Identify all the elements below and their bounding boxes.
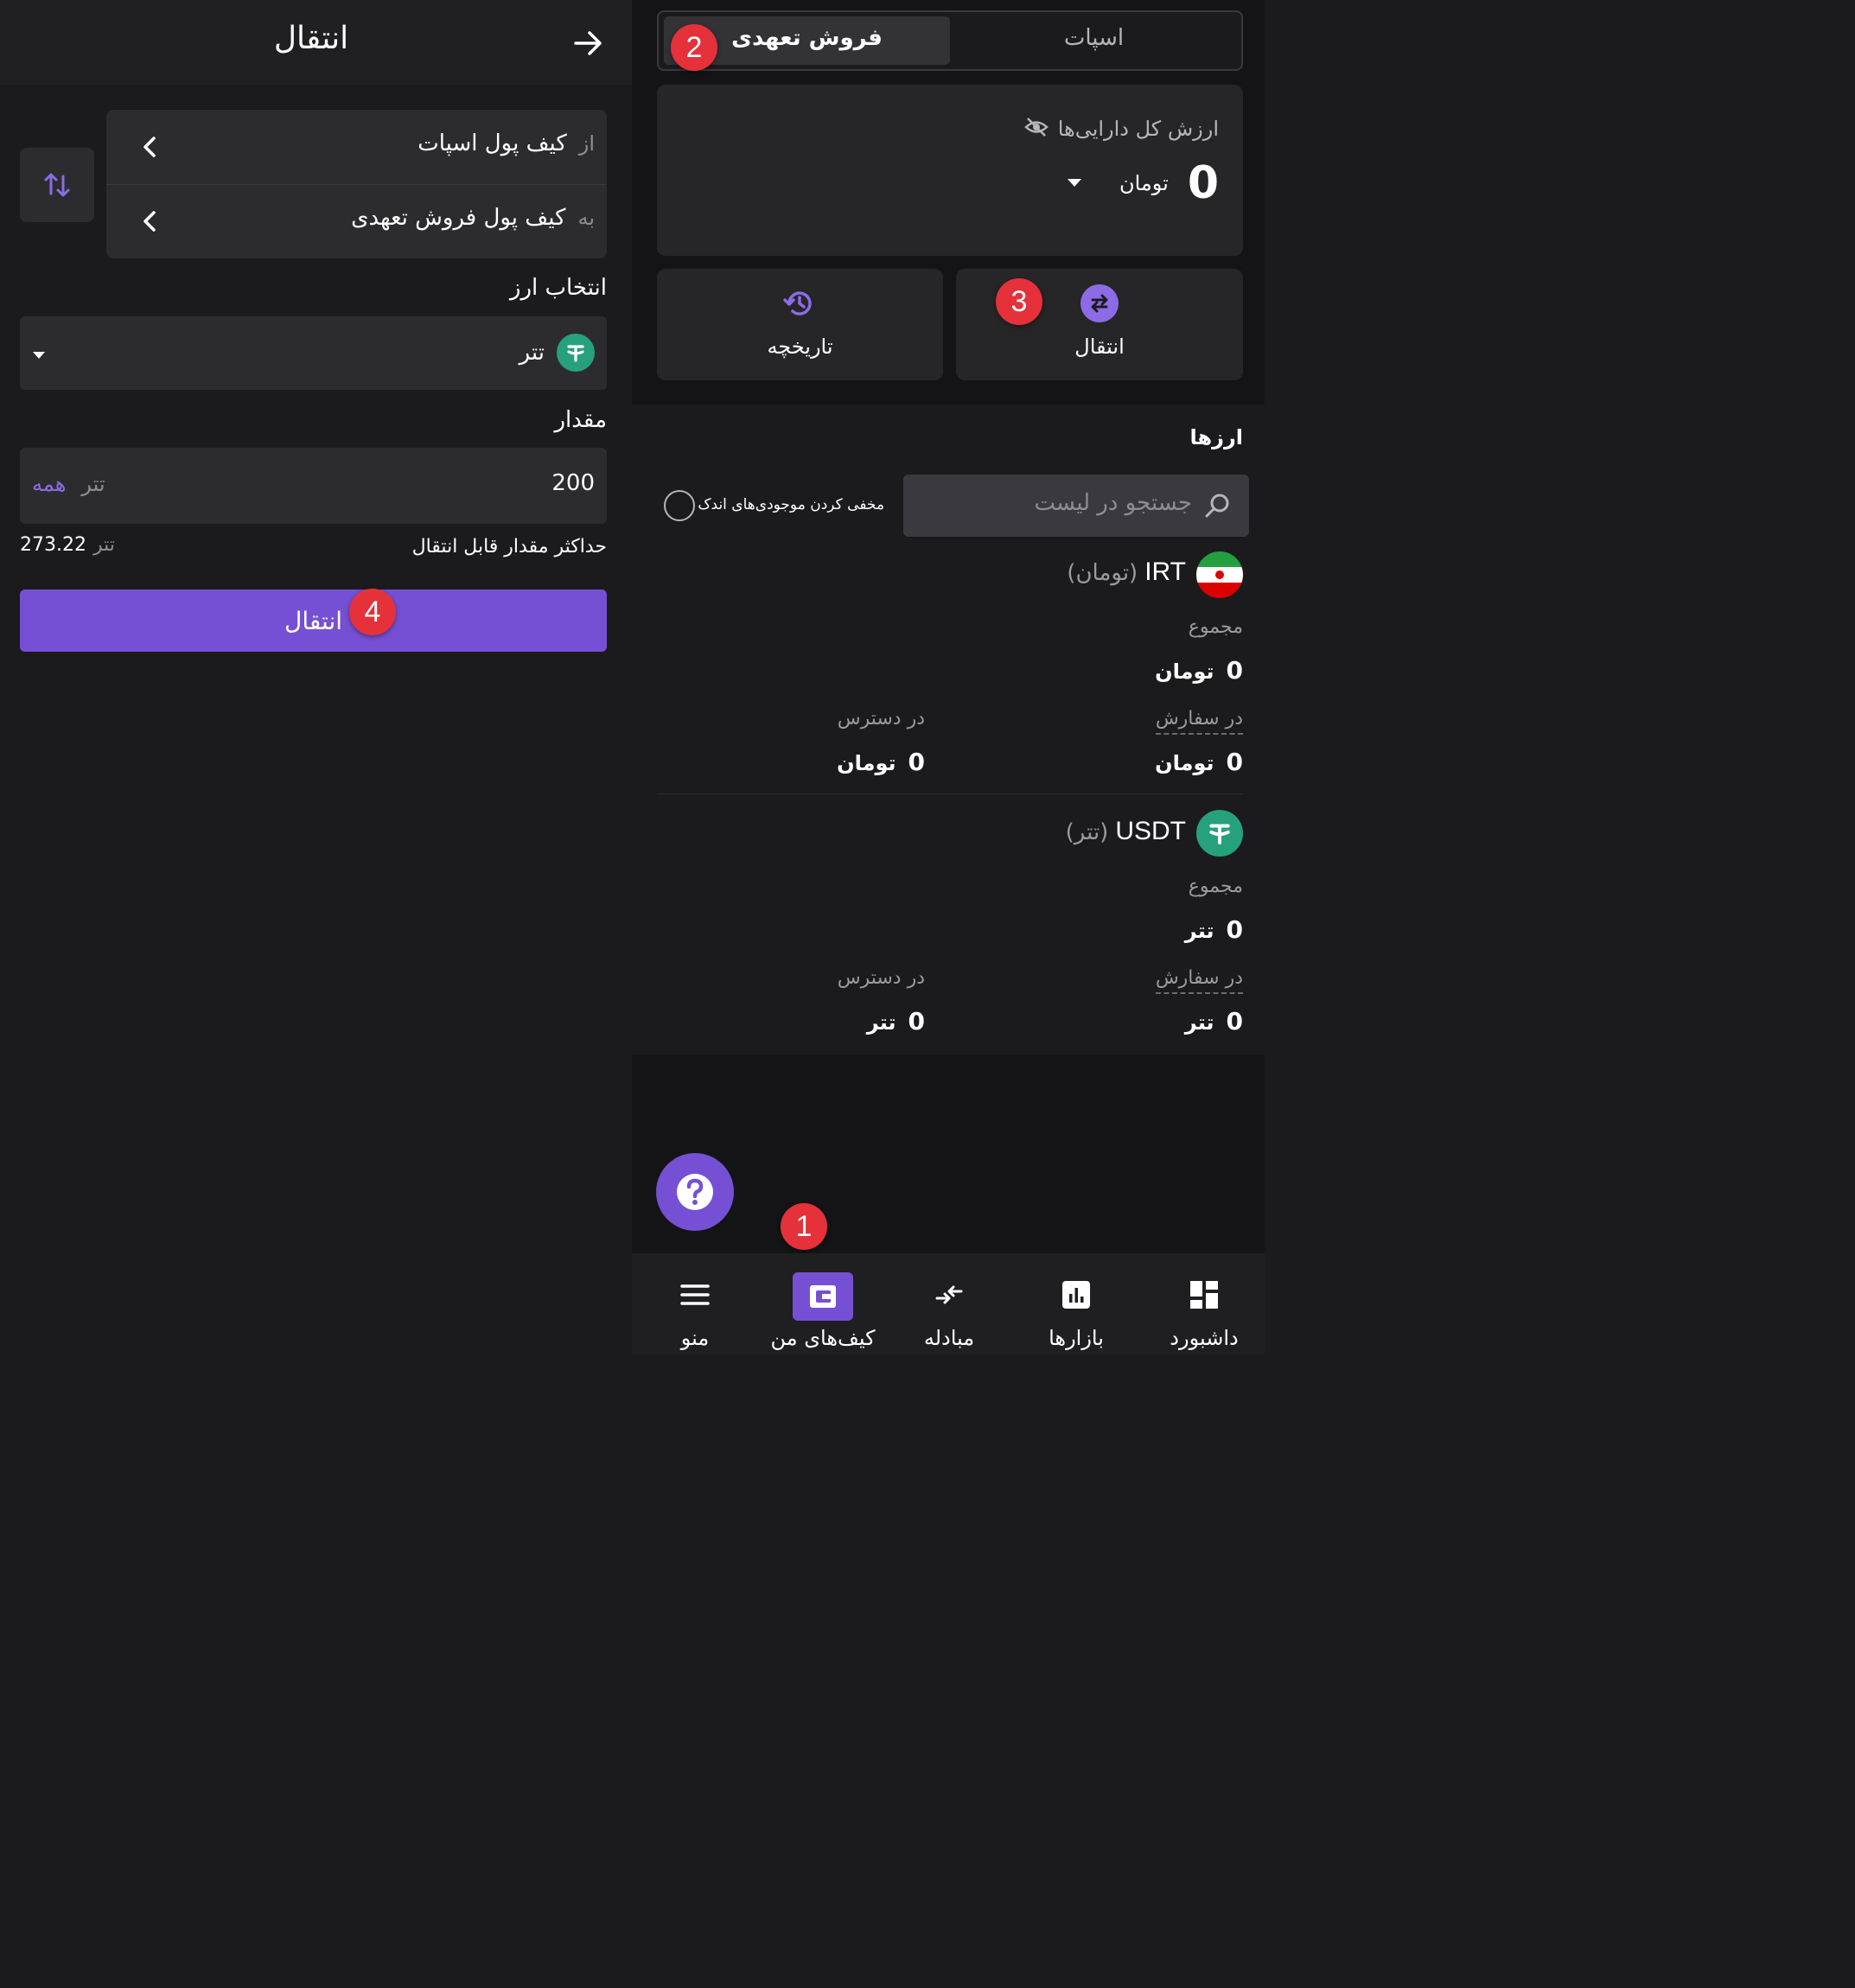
page-title: انتقال <box>273 21 349 56</box>
nav-markets[interactable]: بازارها <box>1016 1253 1137 1355</box>
amount-value: 200 <box>551 470 595 496</box>
help-button[interactable] <box>656 1153 734 1231</box>
hide-small-balances-label: مخفی کردن موجودی‌های اندک <box>698 496 884 513</box>
currency-label: انتخاب ارز <box>509 275 607 301</box>
asset-code: USDT <box>1115 817 1186 845</box>
max-transfer-label: حداکثر مقدار قابل انتقال <box>411 536 607 558</box>
nav-label: داشبورد <box>1170 1326 1239 1350</box>
exchange-icon <box>934 1279 965 1314</box>
asset-row-usdt[interactable]: USDT (تتر) مجموع 0 تتر در سفارش 0 تتر در… <box>657 808 1243 1053</box>
currency-selected: تتر <box>519 340 545 366</box>
search-placeholder: جستجو در لیست <box>1034 490 1192 516</box>
nav-exchange[interactable]: مبادله <box>889 1253 1010 1355</box>
max-unit: تتر <box>92 534 115 556</box>
hamburger-menu-icon <box>679 1279 711 1314</box>
asset-in-order-value: 0 <box>1226 748 1243 776</box>
nav-label: کیف‌های من <box>770 1326 876 1350</box>
amount-unit: تتر <box>81 472 105 496</box>
max-transfer-amount: تتر 273.22 <box>20 534 115 556</box>
nav-label: منو <box>680 1326 710 1350</box>
swap-icon <box>1080 284 1119 322</box>
to-wallet-selector[interactable]: به کیف پول فروش تعهدی <box>106 184 607 258</box>
history-icon <box>781 284 819 322</box>
from-prefix: از <box>578 131 595 156</box>
step-badge-1: 1 <box>781 1203 827 1250</box>
tab-spot[interactable]: اسپات <box>951 16 1237 65</box>
nav-dashboard[interactable]: داشبورد <box>1144 1253 1265 1355</box>
asset-in-order-unit: تتر <box>1184 1010 1214 1035</box>
submit-transfer-label: انتقال <box>284 606 343 635</box>
transfer-route-box: از کیف پول اسپات به کیف پول فروش تعهدی <box>106 110 607 258</box>
asset-row-irt[interactable]: IRT (تومان) مجموع 0 تومان در سفارش 0 توم… <box>657 549 1243 793</box>
asset-total-unit: تتر <box>1184 919 1214 943</box>
total-assets-unit: تومان <box>1119 171 1169 195</box>
amount-label: مقدار <box>554 407 607 433</box>
asset-code: IRT <box>1144 558 1186 586</box>
transfer-header: انتقال <box>0 0 632 85</box>
from-wallet-value: کیف پول اسپات <box>418 131 567 156</box>
tab-spot-label: اسپات <box>1063 25 1125 51</box>
from-wallet-selector[interactable]: از کیف پول اسپات <box>106 110 607 184</box>
asset-total-value: 0 <box>1226 656 1243 685</box>
dropdown-caret-icon <box>32 347 46 364</box>
all-amount-button[interactable]: همه <box>32 472 66 496</box>
tether-icon <box>557 334 595 372</box>
search-input[interactable]: جستجو در لیست <box>903 475 1249 537</box>
nav-menu[interactable]: منو <box>634 1253 755 1355</box>
asset-available-value: 0 <box>908 1007 925 1035</box>
history-action-button[interactable]: تاریخچه <box>657 269 943 380</box>
transfer-panel: انتقال از کیف پول اسپات به کیف پول فروش … <box>0 0 632 1355</box>
iran-flag-icon <box>1196 551 1243 598</box>
asset-available-label: در دسترس <box>837 708 925 730</box>
swap-direction-button[interactable] <box>20 148 94 222</box>
submit-transfer-button[interactable]: انتقال <box>20 589 607 652</box>
hide-small-balances-checkbox[interactable] <box>664 490 695 521</box>
asset-name: (تتر) <box>1065 819 1109 845</box>
asset-in-order-label[interactable]: در سفارش <box>1155 967 1243 994</box>
amount-input[interactable]: 200 تتر همه <box>20 448 607 524</box>
question-icon <box>677 1174 713 1210</box>
assets-title: ارزها <box>1189 425 1243 449</box>
transfer-action-label: انتقال <box>1074 335 1125 359</box>
swap-vertical-icon <box>44 173 70 197</box>
total-assets-value: 0 <box>1187 157 1219 209</box>
nav-label: مبادله <box>923 1326 975 1350</box>
asset-available-value: 0 <box>908 748 925 776</box>
tether-icon <box>1196 810 1243 857</box>
wallet-icon <box>793 1272 853 1321</box>
asset-available-label: در دسترس <box>837 967 925 989</box>
step-badge-3: 3 <box>996 278 1042 325</box>
total-assets-card: ارزش کل دارایی‌ها 0 تومان <box>657 85 1243 256</box>
eye-off-icon[interactable] <box>1023 114 1049 143</box>
search-icon <box>1202 490 1233 525</box>
asset-total-unit: تومان <box>1155 659 1214 684</box>
max-value: 273.22 <box>20 534 86 556</box>
step-badge-4: 4 <box>349 589 396 635</box>
asset-total-label: مجموع <box>1188 616 1243 638</box>
to-prefix: به <box>577 206 595 230</box>
asset-in-order-unit: تومان <box>1155 751 1214 775</box>
chevron-left-icon <box>132 204 167 239</box>
total-assets-label: ارزش کل دارایی‌ها <box>1057 117 1219 141</box>
asset-in-order-label[interactable]: در سفارش <box>1155 708 1243 735</box>
nav-my-wallets[interactable]: کیف‌های من <box>762 1253 883 1355</box>
currency-toggle-caret-icon[interactable] <box>1066 175 1083 192</box>
asset-divider <box>657 793 1243 794</box>
asset-available-unit: تتر <box>866 1010 896 1035</box>
asset-available-unit: تومان <box>837 751 896 775</box>
transfer-action-button[interactable]: انتقال <box>956 269 1243 380</box>
asset-total-value: 0 <box>1226 915 1243 944</box>
currency-select[interactable]: تتر <box>20 316 607 390</box>
asset-total-label: مجموع <box>1188 876 1243 897</box>
chevron-left-icon <box>132 130 167 164</box>
asset-name: (تومان) <box>1067 560 1138 586</box>
nav-label: بازارها <box>1049 1326 1104 1350</box>
asset-in-order-value: 0 <box>1226 1007 1243 1035</box>
dashboard-icon <box>1189 1279 1220 1314</box>
to-wallet-value: کیف پول فروش تعهدی <box>351 205 566 231</box>
back-arrow-icon[interactable] <box>567 22 609 64</box>
markets-chart-icon <box>1061 1279 1092 1314</box>
history-action-label: تاریخچه <box>767 335 833 359</box>
step-badge-2: 2 <box>671 24 717 71</box>
